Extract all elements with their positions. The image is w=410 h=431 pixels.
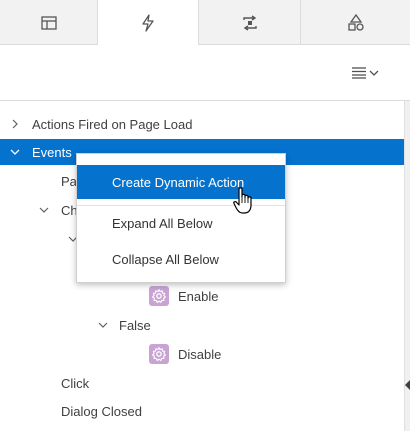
hamburger-menu-icon — [351, 67, 366, 79]
tree-toolbar — [0, 45, 410, 101]
tree-node-actions-on-load[interactable]: Actions Fired on Page Load — [0, 111, 404, 137]
tree-node-label: Dialog Closed — [61, 403, 142, 419]
gear-icon — [149, 286, 169, 306]
tree-node-click-event[interactable]: Click — [0, 370, 404, 396]
tree-node-label: Pa — [61, 173, 77, 189]
tab-rendering[interactable] — [0, 0, 98, 45]
gear-icon — [149, 344, 169, 364]
tree-node-dialog-closed-event[interactable]: Dialog Closed — [0, 398, 404, 424]
tree-node-label: Click — [61, 375, 90, 391]
tree-node-false-branch[interactable]: False — [0, 312, 404, 338]
tree-node-label: Events — [32, 144, 72, 160]
tree-node-enable-action[interactable]: Enable — [0, 283, 404, 309]
table-icon — [40, 15, 57, 30]
chevron-down-icon[interactable] — [37, 203, 51, 217]
hand-cursor-icon — [233, 187, 252, 214]
collapse-arrow-icon[interactable] — [405, 380, 410, 390]
chevron-down-icon[interactable] — [96, 318, 110, 332]
tab-processing[interactable] — [199, 0, 301, 45]
context-menu: Create Dynamic Action Expand All Below C… — [76, 153, 286, 283]
tree-node-label: Enable — [178, 288, 219, 304]
tree-node-label: Actions Fired on Page Load — [32, 116, 193, 132]
tree-menu-button[interactable] — [348, 63, 382, 83]
tab-dynamic-actions[interactable] — [98, 0, 199, 46]
chevron-right-icon[interactable] — [8, 117, 22, 131]
shared-components-icon — [242, 14, 257, 31]
tree-node-disable-action[interactable]: Disable — [0, 341, 404, 367]
tab-shared-components[interactable] — [301, 0, 410, 45]
tree-node-label: Disable — [178, 346, 222, 362]
chevron-down-icon[interactable] — [8, 145, 22, 159]
shapes-icon — [347, 13, 364, 31]
menu-item-collapse-all-below[interactable]: Collapse All Below — [77, 242, 285, 276]
tab-bar — [0, 0, 410, 46]
chevron-down-icon — [369, 70, 378, 76]
lightning-icon — [142, 13, 154, 32]
tree-node-label: False — [119, 317, 151, 333]
